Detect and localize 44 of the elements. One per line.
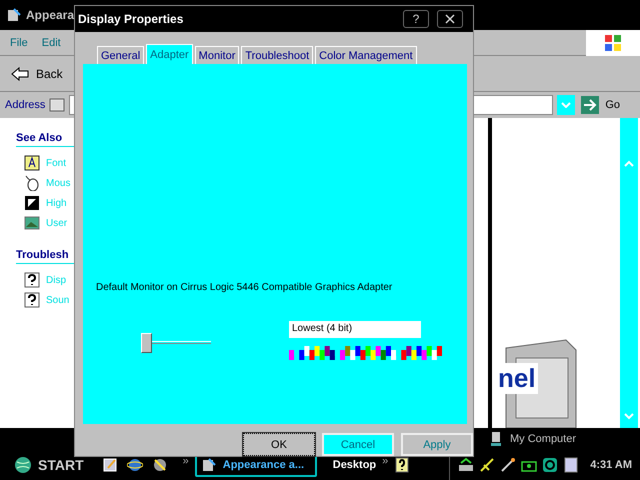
- slider-thumb[interactable]: [141, 333, 152, 353]
- close-icon: [445, 14, 455, 24]
- close-button[interactable]: [437, 10, 463, 28]
- more-chevron[interactable]: »: [182, 455, 189, 467]
- tab[interactable]: Monitor: [194, 46, 240, 64]
- help-button[interactable]: ?: [403, 10, 429, 28]
- address-label: Address: [5, 99, 46, 111]
- folder-icon: [49, 97, 66, 113]
- go-button[interactable]: Go: [579, 96, 640, 114]
- tab[interactable]: General: [97, 46, 144, 64]
- adapter-label: Default Monitor on Cirrus Logic 5446 Compatible Graphics Adapter: [96, 282, 394, 293]
- window-icon: [6, 7, 22, 23]
- scrollbar[interactable]: [620, 118, 638, 428]
- start-button[interactable]: START: [14, 456, 84, 474]
- back-button[interactable]: Back: [10, 66, 63, 82]
- dialog-button[interactable]: OK: [243, 433, 315, 456]
- window-title: Appeara: [26, 8, 74, 22]
- dialog-title: Display Properties: [78, 12, 184, 26]
- tab[interactable]: Color Management: [315, 46, 417, 64]
- computer-icon: [488, 431, 504, 447]
- help-icon: [24, 292, 40, 308]
- toolbar-label[interactable]: Desktop: [332, 459, 376, 471]
- picture-icon: [24, 215, 40, 231]
- back-arrow-icon: [10, 66, 30, 82]
- globe-icon: [14, 456, 32, 474]
- document-pen-icon: [102, 457, 118, 473]
- more-chevron[interactable]: »: [382, 455, 388, 467]
- wand-icon: [500, 457, 516, 473]
- slider-track[interactable]: [141, 333, 211, 353]
- chevron-down-icon: [561, 102, 572, 108]
- help-icon: [24, 272, 40, 288]
- tab[interactable]: Troubleshoot: [241, 46, 314, 64]
- go-arrow-icon: [581, 96, 600, 114]
- flag-logo-icon: [603, 32, 623, 52]
- color-quality-field[interactable]: Lowest (4 bit): [289, 321, 421, 338]
- mouse-icon: [24, 175, 40, 191]
- tab[interactable]: Adapter: [146, 44, 193, 64]
- font-icon: [24, 155, 40, 171]
- clock: 4:31 AM: [590, 459, 632, 471]
- status-text: My Computer: [510, 433, 576, 445]
- contrast-icon: [24, 195, 40, 211]
- dropdown-button[interactable]: [557, 95, 576, 115]
- dialog-button[interactable]: Cancel: [322, 433, 394, 456]
- help-icon: [394, 457, 410, 473]
